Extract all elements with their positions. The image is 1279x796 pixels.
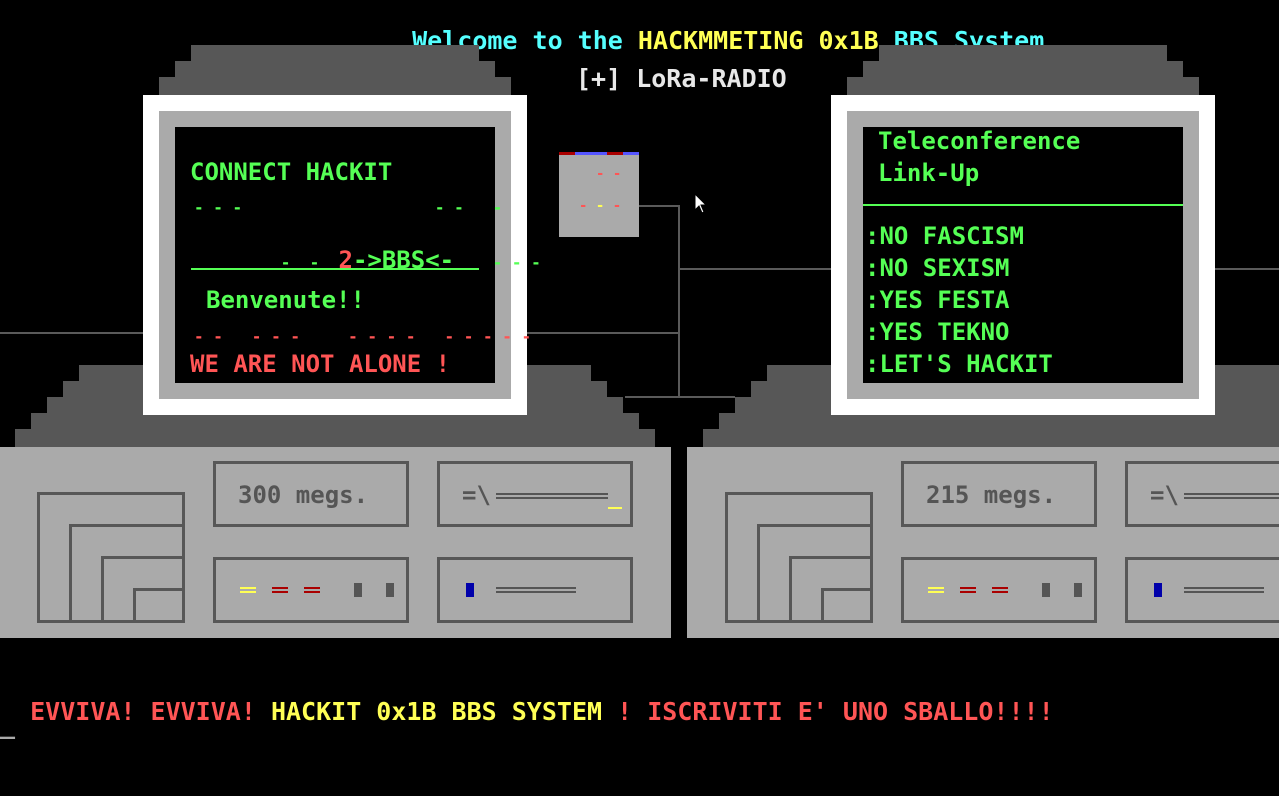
rule-item: :NO SEXISM [865,254,1010,282]
ticker-part: HACKIT 0x1B BBS SYSTEM [270,697,603,726]
drive-slot-symbol: =\ [1150,481,1179,509]
right-monitor: Teleconference Link-Up :NO FASCISM :NO S… [831,95,1215,415]
slogan-text: WE ARE NOT ALONE ! [190,350,451,378]
indicator-panel [901,557,1097,623]
rule-item: :LET'S HACKIT [865,350,1053,378]
secondary-drive[interactable] [437,557,633,623]
unit-bracket [133,588,185,623]
connect-title: CONNECT HACKIT [190,158,393,186]
storage-label: 215 megs. [926,481,1057,509]
drive-power-led [466,583,474,597]
left-system-unit: 300 megs. =\ [0,447,671,638]
radio-led: - - - [579,198,622,214]
drive-slot-line [1184,587,1264,593]
monitor-top [159,77,511,97]
ticker-banner: EVVIVA! EVVIVA! HACKIT 0x1B BBS SYSTEM !… [0,674,1054,724]
secondary-drive[interactable] [1125,557,1279,623]
unit-bracket [821,588,873,623]
command-prompt-cursor[interactable]: _ [0,712,15,737]
screen-decoration: - - - - - - - - - - - - - - [194,327,532,346]
indicator-button [1042,583,1050,597]
indicator-led [992,587,1008,593]
indicator-led [240,587,256,593]
indicator-led [960,587,976,593]
radio-antenna-bar [559,152,639,155]
drive-slot-line [496,493,608,499]
network-wire [678,205,680,397]
drive-slot-line [496,587,576,593]
indicator-button [1074,583,1082,597]
storage-display: 300 megs. [213,461,409,527]
teleconference-subtitle: Link-Up [878,159,980,187]
rule-item: :YES TEKNO [865,318,1010,346]
greeting-text: Benvenute!! [206,286,365,314]
drive-slot[interactable]: =\ [437,461,633,527]
welcome-brand: HACKMMETING 0x1B [637,26,879,55]
lora-radio-device[interactable]: - - - - - [559,152,639,237]
mouse-pointer-icon [694,193,708,214]
left-monitor: CONNECT HACKIT - - - - - - - - 2->BBS<- … [143,95,541,415]
drive-slot[interactable]: =\ [1125,461,1279,527]
lora-radio-link[interactable]: [+] LoRa-RADIO [576,66,787,91]
drive-slot-line [1184,493,1279,499]
network-wire [638,205,680,207]
storage-display: 215 megs. [901,461,1097,527]
indicator-button [354,583,362,597]
screen-decoration: - - - - - - [194,198,503,217]
drive-activity-led [608,507,622,509]
monitor-top [847,77,1199,97]
radio-led: - - [596,166,622,182]
left-screen[interactable]: CONNECT HACKIT - - - - - - - - 2->BBS<- … [175,127,541,383]
indicator-panel [213,557,409,623]
monitor-base [703,429,1279,447]
right-screen[interactable]: Teleconference Link-Up :NO FASCISM :NO S… [863,127,1183,383]
ticker-part: ! ISCRIVITI E' UNO SBALLO!!!! [602,697,1054,726]
screen-divider [863,204,1183,206]
screen-divider [191,268,479,270]
network-wire [680,268,832,270]
drive-power-led [1154,583,1162,597]
network-wire [1214,268,1279,270]
indicator-led [272,587,288,593]
right-system-unit: 215 megs. =\ [687,447,1279,638]
network-wire [625,396,735,398]
monitor-base [15,429,655,447]
ticker-part: EVVIVA! EVVIVA! [30,697,271,726]
indicator-led [304,587,320,593]
indicator-button [386,583,394,597]
rule-item: :YES FESTA [865,286,1010,314]
indicator-led [928,587,944,593]
teleconference-title: Teleconference [878,127,1081,155]
network-wire [527,332,679,334]
network-wire [0,332,145,334]
storage-label: 300 megs. [238,481,369,509]
drive-slot-symbol: =\ [462,481,491,509]
rule-item: :NO FASCISM [865,222,1024,250]
